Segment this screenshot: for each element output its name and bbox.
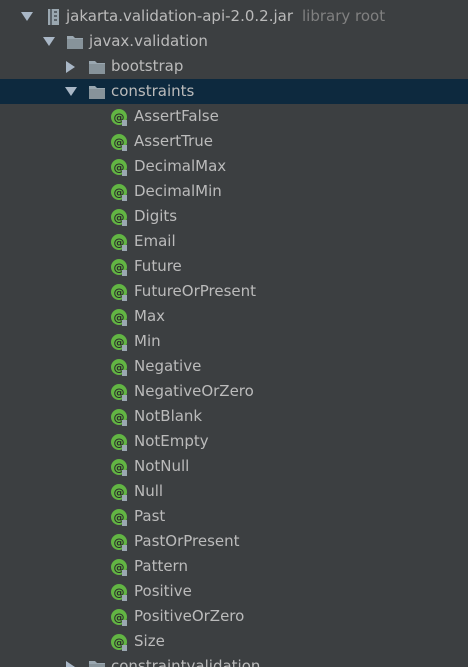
annotation-label: PositiveOrZero bbox=[134, 607, 245, 625]
annotation-icon: @ bbox=[111, 409, 127, 426]
annotation-icon: @ bbox=[111, 484, 127, 501]
tree-node-bootstrap[interactable]: bootstrap bbox=[0, 54, 468, 79]
annotation-icon: @ bbox=[111, 534, 127, 551]
tree-item-annotation[interactable]: @ Min bbox=[0, 329, 468, 354]
expand-arrow-icon[interactable] bbox=[65, 87, 77, 96]
annotation-label: Min bbox=[134, 332, 161, 350]
tree-item-annotation[interactable]: @ Null bbox=[0, 479, 468, 504]
tree-item-annotation[interactable]: @ AssertTrue bbox=[0, 129, 468, 154]
annotation-icon: @ bbox=[111, 184, 127, 201]
package-icon bbox=[89, 661, 105, 667]
tree-item-annotation[interactable]: @ Negative bbox=[0, 354, 468, 379]
tree-item-annotation[interactable]: @ Positive bbox=[0, 579, 468, 604]
annotation-label: AssertTrue bbox=[134, 132, 214, 150]
constraintvalidation-label: constraintvalidation bbox=[111, 657, 261, 667]
top-edge bbox=[0, 0, 468, 3]
project-tree: jakarta.validation-api-2.0.2.jar library … bbox=[0, 0, 468, 667]
library-root-hint: library root bbox=[302, 7, 386, 25]
tree-item-annotation[interactable]: @ Digits bbox=[0, 204, 468, 229]
annotation-icon: @ bbox=[111, 284, 127, 301]
annotation-icon: @ bbox=[111, 134, 127, 151]
annotation-label: Digits bbox=[134, 207, 178, 225]
annotation-icon: @ bbox=[111, 259, 127, 276]
annotation-label: PastOrPresent bbox=[134, 532, 240, 550]
annotation-icon: @ bbox=[111, 384, 127, 401]
tree-item-annotation[interactable]: @ Max bbox=[0, 304, 468, 329]
tree-item-annotation[interactable]: @ Future bbox=[0, 254, 468, 279]
annotation-icon: @ bbox=[111, 109, 127, 126]
annotation-label: Past bbox=[134, 507, 166, 525]
tree-item-annotation[interactable]: @ PastOrPresent bbox=[0, 529, 468, 554]
annotation-icon: @ bbox=[111, 209, 127, 226]
tree-item-annotation[interactable]: @ DecimalMax bbox=[0, 154, 468, 179]
annotation-icon: @ bbox=[111, 309, 127, 326]
package-label: javax.validation bbox=[89, 32, 208, 50]
tree-node-constraintvalidation[interactable]: constraintvalidation bbox=[0, 654, 468, 667]
expand-arrow-icon[interactable] bbox=[43, 37, 55, 46]
collapse-arrow-icon[interactable] bbox=[66, 61, 75, 73]
tree-item-annotation[interactable]: @ Pattern bbox=[0, 554, 468, 579]
annotation-icon: @ bbox=[111, 359, 127, 376]
tree-item-annotation[interactable]: @ Past bbox=[0, 504, 468, 529]
annotation-icon: @ bbox=[111, 159, 127, 176]
package-icon bbox=[89, 61, 105, 74]
constraints-label: constraints bbox=[111, 82, 195, 100]
annotation-icon: @ bbox=[111, 584, 127, 601]
annotation-label: Negative bbox=[134, 357, 202, 375]
tree-item-annotation[interactable]: @ NotBlank bbox=[0, 404, 468, 429]
package-icon bbox=[67, 36, 83, 49]
annotation-icon: @ bbox=[111, 334, 127, 351]
package-icon bbox=[89, 86, 105, 99]
annotation-label: Null bbox=[134, 482, 164, 500]
tree-item-annotation[interactable]: @ FutureOrPresent bbox=[0, 279, 468, 304]
annotation-icon: @ bbox=[111, 434, 127, 451]
annotation-icon: @ bbox=[111, 509, 127, 526]
tree-item-annotation[interactable]: @ NotEmpty bbox=[0, 429, 468, 454]
annotation-label: Pattern bbox=[134, 557, 188, 575]
tree-item-annotation[interactable]: @ Size bbox=[0, 629, 468, 654]
annotation-label: Positive bbox=[134, 582, 192, 600]
annotation-label: Max bbox=[134, 307, 166, 325]
expand-arrow-icon[interactable] bbox=[21, 12, 33, 21]
annotation-label: Size bbox=[134, 632, 165, 650]
tree-item-annotation[interactable]: @ NegativeOrZero bbox=[0, 379, 468, 404]
annotation-icon: @ bbox=[111, 609, 127, 626]
tree-item-annotation[interactable]: @ AssertFalse bbox=[0, 104, 468, 129]
annotation-label: NotBlank bbox=[134, 407, 203, 425]
annotation-icon: @ bbox=[111, 234, 127, 251]
tree-item-annotation[interactable]: @ DecimalMin bbox=[0, 179, 468, 204]
jar-label: jakarta.validation-api-2.0.2.jar bbox=[66, 7, 293, 25]
annotation-icon: @ bbox=[111, 634, 127, 651]
tree-node-label: jakarta.validation-api-2.0.2.jar library … bbox=[66, 4, 385, 29]
annotation-label: NegativeOrZero bbox=[134, 382, 254, 400]
annotation-label: NotNull bbox=[134, 457, 190, 475]
annotation-label: NotEmpty bbox=[134, 432, 209, 450]
annotation-label: Future bbox=[134, 257, 182, 275]
collapse-arrow-icon[interactable] bbox=[66, 661, 75, 667]
annotation-label: DecimalMin bbox=[134, 182, 222, 200]
bootstrap-label: bootstrap bbox=[111, 57, 184, 75]
annotation-label: DecimalMax bbox=[134, 157, 227, 175]
annotation-label: AssertFalse bbox=[134, 107, 219, 125]
annotation-icon: @ bbox=[111, 459, 127, 476]
tree-node-jar[interactable]: jakarta.validation-api-2.0.2.jar library … bbox=[0, 4, 468, 29]
tree-node-constraints[interactable]: constraints bbox=[0, 79, 468, 104]
tree-node-package[interactable]: javax.validation bbox=[0, 29, 468, 54]
tree-item-annotation[interactable]: @ NotNull bbox=[0, 454, 468, 479]
tree-item-annotation[interactable]: @ Email bbox=[0, 229, 468, 254]
tree-item-annotation[interactable]: @ PositiveOrZero bbox=[0, 604, 468, 629]
annotation-label: Email bbox=[134, 232, 176, 250]
jar-icon bbox=[48, 9, 59, 25]
annotation-label: FutureOrPresent bbox=[134, 282, 257, 300]
annotation-icon: @ bbox=[111, 559, 127, 576]
